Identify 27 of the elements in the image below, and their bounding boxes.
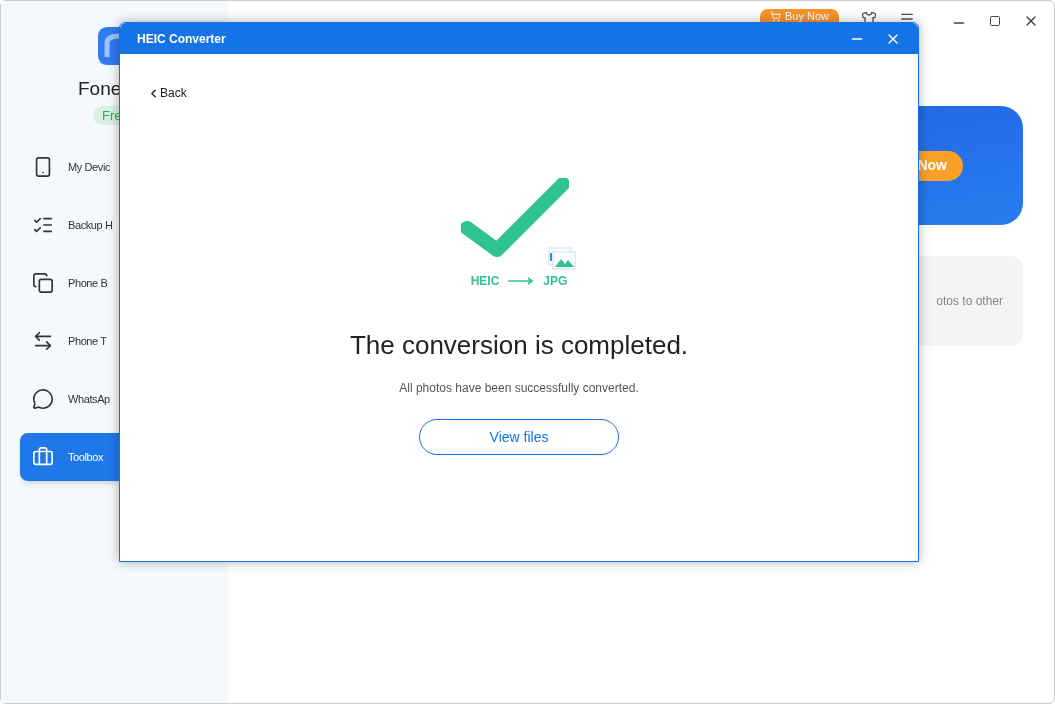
image-icon bbox=[548, 247, 576, 271]
sidebar-label: Backup H bbox=[68, 217, 113, 233]
sidebar-label: Phone T bbox=[68, 333, 107, 349]
maximize-icon[interactable] bbox=[989, 15, 1001, 27]
sidebar-item[interactable]: WhatsAp bbox=[20, 375, 209, 423]
sidebar-item[interactable]: Phone B bbox=[20, 259, 209, 307]
sidebar-item[interactable]: Phone T bbox=[20, 317, 209, 365]
target-format: JPG bbox=[543, 273, 568, 290]
transfer-icon bbox=[32, 330, 54, 352]
logo-icon bbox=[98, 27, 120, 65]
sidebar-label: My Devic bbox=[68, 159, 111, 175]
tool-description: otos to other bbox=[936, 293, 1003, 310]
completion-message: All photos have been successfully converted. bbox=[399, 380, 639, 397]
sidebar-label: WhatsAp bbox=[68, 391, 110, 407]
sidebar-label: Toolbox bbox=[68, 449, 104, 465]
sidebar-item[interactable]: My Devic bbox=[20, 143, 209, 191]
back-link[interactable]: Back bbox=[147, 84, 187, 102]
arrow-right-icon bbox=[508, 277, 535, 285]
copy-icon bbox=[32, 272, 54, 294]
completion-heading: The conversion is completed. bbox=[349, 329, 689, 362]
sidebar-label: Phone B bbox=[68, 275, 108, 291]
chat-icon bbox=[32, 388, 54, 410]
dialog-title: HEIC Converter bbox=[137, 30, 227, 48]
source-format: HEIC bbox=[470, 273, 500, 290]
app-name: Fone bbox=[77, 77, 122, 101]
sidebar-item[interactable]: Backup H bbox=[20, 201, 209, 249]
toolbox-icon bbox=[32, 446, 54, 468]
